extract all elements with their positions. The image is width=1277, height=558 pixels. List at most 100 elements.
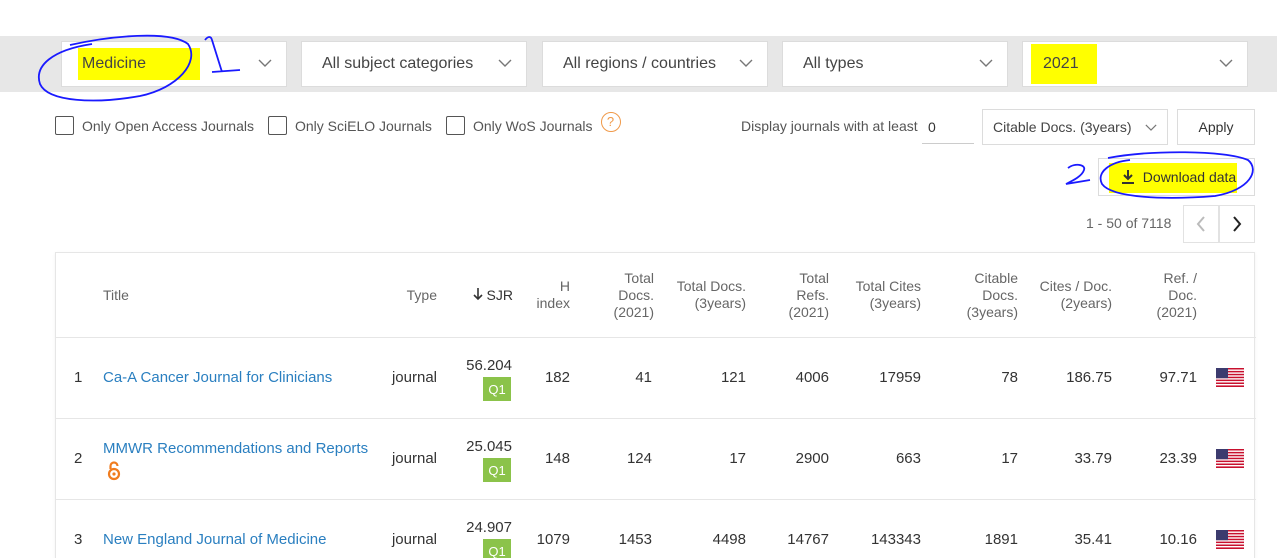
ink-numeral-2 [1065, 163, 1091, 185]
row-cites-per-doc: 35.41 [1074, 531, 1112, 548]
subject-area-value: Medicine [82, 55, 147, 72]
region-value: All regions / countries [563, 55, 716, 72]
chevron-left-icon [1196, 216, 1205, 232]
chevron-down-icon [739, 59, 753, 67]
col-type[interactable]: Type [386, 287, 437, 304]
type-value: All types [803, 55, 864, 72]
subject-area-dropdown[interactable]: Medicine [61, 41, 287, 87]
journal-table: Title Type SJR H index Total Docs. (2021… [55, 252, 1256, 558]
row-total-refs: 4006 [795, 369, 829, 386]
year-value: 2021 [1043, 55, 1079, 72]
row-h-index: 148 [544, 450, 570, 467]
metric-dropdown[interactable]: Citable Docs. (3years) [982, 109, 1168, 145]
row-sjr: 24.907 [466, 519, 512, 536]
row-total-refs: 14767 [787, 531, 829, 548]
row-total-docs: 124 [626, 450, 652, 467]
row-citable-docs-3y: 17 [1001, 450, 1018, 467]
next-page-button[interactable] [1219, 205, 1255, 243]
row-cites-per-doc: 186.75 [1066, 369, 1112, 386]
year-dropdown[interactable]: 2021 [1022, 41, 1248, 87]
row-type: journal [391, 450, 437, 467]
pagination-range: 1 - 50 of 7118 [1086, 215, 1172, 231]
row-total-docs: 41 [635, 369, 652, 386]
filter-bar: Medicine All subject categories All regi… [0, 36, 1277, 92]
open-access-label: Only Open Access Journals [82, 117, 254, 134]
row-type: journal [391, 531, 437, 548]
quartile-badge: Q1 [483, 377, 511, 401]
col-total-refs[interactable]: Total Refs. (2021) [772, 270, 829, 321]
col-ref-per-doc[interactable]: Ref. / Doc. (2021) [1146, 270, 1197, 321]
divider [56, 499, 1256, 500]
row-total-docs-3y: 121 [720, 369, 746, 386]
row-type: journal [391, 369, 437, 386]
open-access-checkbox[interactable] [55, 116, 74, 135]
row-total-refs: 2900 [795, 450, 829, 467]
chevron-right-icon [1233, 216, 1242, 232]
row-sjr: 25.045 [466, 438, 512, 455]
sort-down-icon [472, 288, 483, 301]
row-total-cites-3y: 17959 [879, 369, 921, 386]
col-sjr-label: SJR [486, 287, 513, 303]
subject-category-value: All subject categories [322, 55, 474, 72]
region-dropdown[interactable]: All regions / countries [542, 41, 768, 87]
divider [56, 418, 1256, 419]
wos-option[interactable]: Only WoS Journals [445, 116, 593, 135]
row-total-cites-3y: 663 [895, 450, 921, 467]
col-citable-docs-3y[interactable]: Citable Docs. (3years) [949, 270, 1018, 321]
divider [56, 337, 1256, 338]
chevron-down-icon [1145, 124, 1157, 131]
col-total-cites-3y[interactable]: Total Cites (3years) [844, 278, 921, 312]
scielo-checkbox[interactable] [267, 116, 287, 135]
us-flag-icon [1216, 530, 1244, 549]
col-cites-per-doc[interactable]: Cites / Doc. (2years) [1031, 278, 1112, 312]
row-citable-docs-3y: 1891 [984, 531, 1018, 548]
journal-title-link[interactable]: MMWR Recommendations and Reports [103, 440, 368, 457]
chevron-down-icon [1219, 59, 1233, 67]
min-count-input[interactable] [922, 110, 974, 144]
wos-label: Only WoS Journals [472, 117, 593, 134]
row-total-docs: 1453 [618, 531, 652, 548]
journal-options: Only Open Access Journals Only SciELO Jo… [55, 111, 621, 135]
prev-page-button[interactable] [1183, 205, 1219, 243]
quartile-badge: Q1 [483, 458, 511, 482]
row-total-docs-3y: 17 [729, 450, 746, 467]
col-h-index[interactable]: H index [526, 278, 570, 312]
us-flag-icon [1216, 368, 1244, 387]
row-total-docs-3y: 4498 [712, 531, 746, 548]
help-icon[interactable]: ? [600, 111, 621, 132]
row-citable-docs-3y: 78 [1001, 369, 1018, 386]
chevron-down-icon [258, 59, 272, 67]
scielo-label: Only SciELO Journals [294, 117, 432, 134]
journal-title-link[interactable]: New England Journal of Medicine [103, 531, 326, 548]
chevron-down-icon [498, 59, 512, 67]
subject-category-dropdown[interactable]: All subject categories [301, 41, 527, 87]
col-total-docs[interactable]: Total Docs. (2021) [604, 270, 654, 321]
col-sjr[interactable]: SJR [456, 287, 513, 304]
wos-checkbox[interactable] [445, 116, 465, 135]
row-rank: 2 [74, 450, 83, 467]
apply-button[interactable]: Apply [1177, 109, 1255, 145]
download-label: Download data [1142, 169, 1237, 185]
row-rank: 3 [74, 531, 83, 548]
col-total-docs-3y[interactable]: Total Docs. (3years) [666, 278, 746, 312]
row-h-index: 1079 [536, 531, 570, 548]
row-h-index: 182 [544, 369, 570, 386]
us-flag-icon [1216, 449, 1244, 468]
quartile-badge: Q1 [483, 539, 511, 558]
chevron-down-icon [979, 59, 993, 67]
row-sjr: 56.204 [466, 357, 512, 374]
open-access-option[interactable]: Only Open Access Journals [55, 116, 254, 135]
row-ref-per-doc: 97.71 [1159, 369, 1197, 386]
type-dropdown[interactable]: All types [782, 41, 1008, 87]
row-ref-per-doc: 10.16 [1159, 531, 1197, 548]
col-title[interactable]: Title [103, 287, 129, 304]
download-icon [1121, 170, 1134, 184]
download-data-button[interactable]: Download data [1098, 158, 1255, 196]
row-ref-per-doc: 23.39 [1159, 450, 1197, 467]
journal-title-link[interactable]: Ca-A Cancer Journal for Clinicians [103, 369, 332, 386]
display-threshold-label: Display journals with at least [741, 118, 918, 134]
scielo-option[interactable]: Only SciELO Journals [267, 116, 432, 135]
row-total-cites-3y: 143343 [870, 531, 921, 548]
row-rank: 1 [74, 369, 83, 386]
open-access-icon [107, 461, 121, 481]
